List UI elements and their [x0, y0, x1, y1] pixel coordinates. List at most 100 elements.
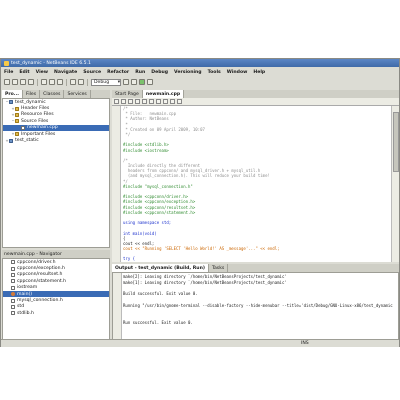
- title-bar: test_dynamic - NetBeans IDE 6.5.1: [1, 59, 399, 67]
- output-text[interactable]: make[2]: Leaving directory `/home/bin/Ne…: [123, 274, 393, 342]
- tab-files[interactable]: Files: [23, 90, 41, 98]
- back-icon[interactable]: [114, 99, 119, 104]
- toolbar-separator: [66, 78, 67, 86]
- debug-icon[interactable]: [147, 79, 153, 85]
- left-pane: Pro... Files Classes Services − test_dyna…: [2, 90, 110, 346]
- navigator-item-label: std: [17, 304, 25, 310]
- find-previous-icon[interactable]: [135, 99, 140, 104]
- function-icon: [11, 292, 15, 297]
- clean-build-icon[interactable]: [131, 79, 137, 85]
- tab-newmain-cpp[interactable]: newmain.cpp: [142, 90, 185, 98]
- tree-item[interactable]: + test_static: [3, 137, 109, 143]
- menu-refactor[interactable]: Refactor: [107, 70, 129, 75]
- paste-icon[interactable]: [57, 79, 63, 85]
- navigator-item-label: main(): [17, 291, 33, 297]
- toolbar-separator: [37, 78, 38, 86]
- left-tabs: Pro... Files Classes Services: [2, 90, 110, 98]
- output-line: Run successful. Exit value 0.: [123, 320, 193, 326]
- folder-icon: [15, 119, 19, 124]
- tab-start-page[interactable]: Start Page: [112, 90, 143, 98]
- build-icon[interactable]: [123, 79, 129, 85]
- find-icon[interactable]: [128, 99, 133, 104]
- tree-item-label: Important Files: [21, 131, 56, 137]
- tab-projects[interactable]: Pro...: [2, 90, 24, 98]
- menu-tools[interactable]: Tools: [208, 70, 221, 75]
- navigator-title: newmain.cpp - Navigator: [4, 251, 62, 257]
- build-config-select[interactable]: Debug ▾: [91, 78, 121, 86]
- tab-classes[interactable]: Classes: [40, 90, 65, 98]
- include-icon: [11, 279, 15, 284]
- menu-view[interactable]: View: [36, 70, 48, 75]
- output-gutter: [113, 273, 122, 343]
- comment-icon[interactable]: [170, 99, 175, 104]
- menu-help[interactable]: Help: [253, 70, 265, 75]
- include-icon: [11, 304, 15, 309]
- include-icon: [11, 285, 15, 290]
- chevron-down-icon: ▾: [117, 79, 120, 85]
- tree-item-label: test_static: [15, 138, 39, 144]
- navigator-item-label: mysql_connection.h: [17, 298, 63, 304]
- forward-icon[interactable]: [121, 99, 126, 104]
- tree-item-label: newmain.cpp: [27, 125, 58, 131]
- tree-item-label: Header Files: [21, 106, 50, 112]
- project-icon: [9, 138, 13, 143]
- shift-left-icon[interactable]: [156, 99, 161, 104]
- copy-icon[interactable]: [49, 79, 55, 85]
- navigator-tree: cppconn/driver.h cppconn/exception.h cppco…: [2, 258, 110, 346]
- editor-scrollbar[interactable]: [391, 106, 399, 262]
- include-icon: [11, 311, 15, 316]
- menu-source[interactable]: Source: [83, 70, 101, 75]
- window-title: test_dynamic - NetBeans IDE 6.5.1: [11, 60, 91, 66]
- open-project-icon[interactable]: [20, 79, 26, 85]
- undo-icon[interactable]: [70, 79, 76, 85]
- menu-file[interactable]: File: [4, 70, 13, 75]
- menu-edit[interactable]: Edit: [19, 70, 29, 75]
- menu-versioning[interactable]: Versioning: [174, 70, 202, 75]
- status-bar: INS: [1, 339, 399, 347]
- tab-output[interactable]: Output - test_dynamic (Build, Run): [112, 264, 209, 272]
- tree-item-label: Source Files: [21, 118, 49, 124]
- output-line: Running "/usr/bin/gnome-terminal --disab…: [123, 302, 393, 308]
- insert-mode-indicator: INS: [301, 341, 309, 346]
- navigator-item[interactable]: stdlib.h: [3, 310, 109, 316]
- tab-services[interactable]: Services: [64, 90, 91, 98]
- menu-window[interactable]: Window: [227, 70, 248, 75]
- editor-area: Start Page newmain.cpp /* * File: newmai…: [112, 90, 399, 262]
- file-icon: [21, 125, 25, 130]
- navigator-item-label: cppconn/exception.h: [17, 266, 65, 272]
- tree-item-label: Resource Files: [21, 112, 54, 118]
- new-project-icon[interactable]: [12, 79, 18, 85]
- navigator-item-label: cppconn/resultset.h: [17, 272, 63, 278]
- redo-icon[interactable]: [78, 79, 84, 85]
- folder-icon: [15, 112, 19, 117]
- navigator-item-label: stdlib.h: [17, 310, 34, 316]
- uncomment-icon[interactable]: [177, 99, 182, 104]
- editor-tabs: Start Page newmain.cpp: [112, 90, 399, 98]
- project-tree: − test_dynamic + Header Files + Resource File…: [2, 98, 110, 248]
- new-file-icon[interactable]: [4, 79, 10, 85]
- output-pane: Output - test_dynamic (Build, Run) Tasks…: [112, 264, 399, 343]
- project-icon: [9, 100, 13, 105]
- tab-tasks[interactable]: Tasks: [209, 264, 229, 272]
- navigator-item-label: cppconn/statement.h: [17, 278, 67, 284]
- save-all-icon[interactable]: [28, 79, 34, 85]
- tree-item-label: test_dynamic: [15, 99, 46, 105]
- menu-navigate[interactable]: Navigate: [54, 70, 77, 75]
- code-editor[interactable]: /* * File: newmain.cpp * Author: NetBean…: [121, 106, 391, 262]
- include-icon: [11, 266, 15, 271]
- build-config-value: Debug: [94, 79, 110, 85]
- menu-run[interactable]: Run: [135, 70, 145, 75]
- scrollbar-thumb[interactable]: [393, 112, 399, 172]
- navigator-header: newmain.cpp - Navigator: [2, 250, 110, 258]
- editor-toolbar: [112, 98, 399, 106]
- editor-gutter: [112, 106, 121, 262]
- folder-icon: [15, 132, 19, 137]
- cut-icon[interactable]: [41, 79, 47, 85]
- menu-debug[interactable]: Debug: [151, 70, 168, 75]
- app-icon: [4, 60, 9, 66]
- run-icon[interactable]: [139, 79, 145, 85]
- shift-right-icon[interactable]: [163, 99, 168, 104]
- navigator-item-label: iostream: [17, 285, 38, 291]
- find-next-icon[interactable]: [142, 99, 147, 104]
- toggle-bookmark-icon[interactable]: [149, 99, 154, 104]
